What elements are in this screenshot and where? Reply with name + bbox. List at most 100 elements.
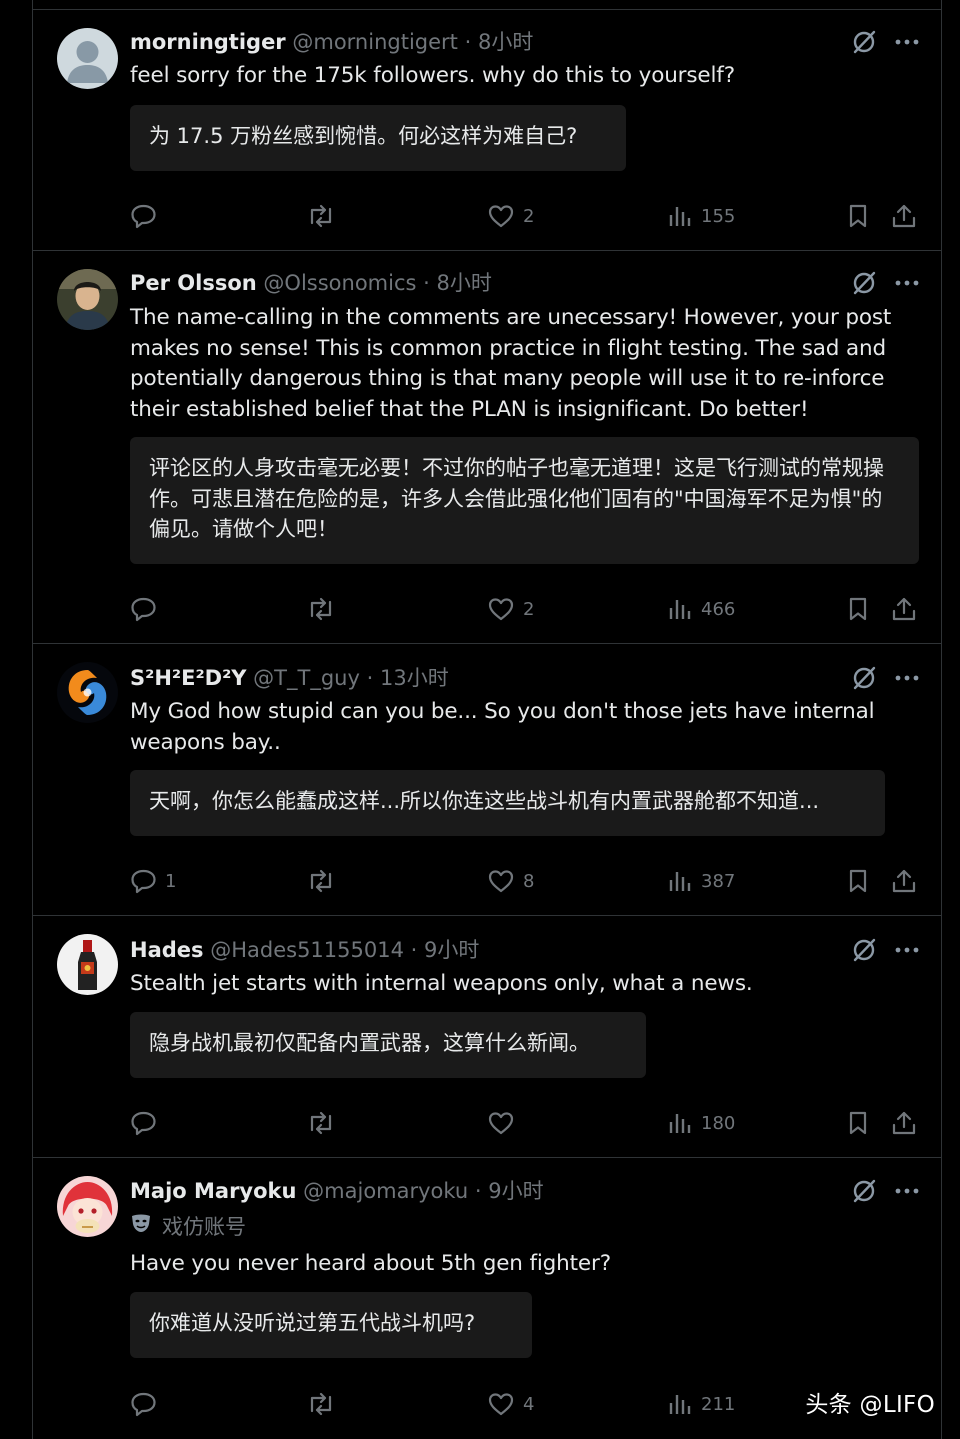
like-button[interactable]: 2 — [487, 201, 534, 231]
reply-button[interactable]: 1 — [130, 866, 176, 896]
reply-count: 1 — [165, 870, 177, 892]
view-count: 466 — [701, 598, 736, 620]
like-button[interactable]: 2 — [487, 594, 534, 624]
tweet-text: feel sorry for the 175k followers. why d… — [130, 63, 735, 88]
separator-dot: · — [423, 271, 430, 295]
tweet-header: Per Olsson @Olssonomics · 8小时 — [130, 268, 843, 298]
display-name[interactable]: Per Olsson — [130, 271, 257, 295]
translation-box: 评论区的人身攻击毫无必要！不过你的帖子也毫无道理！这是飞行测试的常规操作。可悲且… — [130, 437, 919, 564]
separator-dot: · — [366, 666, 374, 690]
view-count: 211 — [701, 1393, 736, 1415]
repost-button[interactable] — [306, 594, 336, 624]
timestamp[interactable]: 9小时 — [488, 1179, 543, 1203]
more-options-icon[interactable] — [895, 946, 919, 954]
tweet-header: S²H²E²D²Y @T_T_guy · 13小时 — [130, 663, 843, 693]
reply-tweet[interactable]: morningtiger @morningtigert · 8小时 feel s… — [33, 10, 941, 251]
share-button[interactable] — [891, 866, 917, 896]
reply-button[interactable] — [130, 201, 165, 231]
reply-feed: morningtiger @morningtigert · 8小时 feel s… — [32, 0, 942, 1439]
share-button[interactable] — [891, 201, 917, 231]
more-options-icon[interactable] — [895, 674, 919, 682]
reply-button[interactable] — [130, 1108, 165, 1138]
more-options-icon[interactable] — [895, 1187, 919, 1195]
display-name[interactable]: morningtiger — [130, 30, 286, 54]
user-handle[interactable]: @T_T_guy — [253, 666, 360, 690]
grok-icon[interactable] — [851, 29, 877, 55]
views-button[interactable]: 211 — [667, 1389, 735, 1419]
person-photo-avatar[interactable] — [57, 269, 118, 330]
grok-icon[interactable] — [851, 270, 877, 296]
translation-box: 隐身战机最初仅配备内置武器，这算什么新闻。 — [130, 1012, 646, 1078]
tweet-text: My God how stupid can you be... So you d… — [130, 699, 875, 755]
views-button[interactable]: 155 — [667, 201, 735, 231]
anime-girl-avatar[interactable] — [57, 1176, 118, 1237]
user-handle[interactable]: @Hades51155014 — [210, 938, 404, 962]
display-name[interactable]: Majo Maryoku — [130, 1179, 296, 1203]
like-button[interactable]: 8 — [487, 866, 534, 896]
default-avatar-icon[interactable] — [57, 28, 118, 89]
tweet-actions: 4 211 — [130, 1389, 919, 1419]
like-button[interactable] — [487, 1108, 523, 1138]
repost-button[interactable] — [306, 201, 336, 231]
user-handle[interactable]: @Olssonomics — [263, 271, 416, 295]
views-button[interactable]: 466 — [667, 594, 735, 624]
bookmark-button[interactable] — [846, 1108, 870, 1138]
like-count: 2 — [523, 205, 535, 227]
reply-button[interactable] — [130, 1389, 165, 1419]
more-options-icon[interactable] — [895, 279, 919, 287]
timestamp[interactable]: 13小时 — [380, 666, 449, 690]
tweet-header-icons — [851, 268, 919, 298]
grok-icon[interactable] — [851, 665, 877, 691]
parody-mask-icon — [130, 1212, 152, 1242]
tweet-text: Stealth jet starts with internal weapons… — [130, 971, 753, 996]
timestamp[interactable]: 8小时 — [437, 271, 492, 295]
display-name[interactable]: Hades — [130, 938, 204, 962]
bookmark-button[interactable] — [846, 201, 870, 231]
user-handle[interactable]: @majomaryoku — [303, 1179, 468, 1203]
reply-button[interactable] — [130, 594, 165, 624]
separator-dot: · — [410, 938, 418, 962]
tweet-actions: 180 — [130, 1108, 919, 1138]
views-button[interactable]: 387 — [667, 866, 735, 896]
repost-button[interactable] — [306, 866, 336, 896]
more-options-icon[interactable] — [895, 38, 919, 46]
like-count: 2 — [523, 598, 535, 620]
display-name[interactable]: S²H²E²D²Y — [130, 666, 246, 690]
tweet-actions: 2 466 — [130, 594, 919, 624]
grok-icon[interactable] — [851, 1178, 877, 1204]
tweet-header-icons — [851, 27, 919, 57]
tweet-header: Hades @Hades51155014 · 9小时 — [130, 935, 843, 965]
tweet-text: The name-calling in the comments are une… — [130, 305, 892, 422]
reply-tweet[interactable]: Per Olsson @Olssonomics · 8小时 The name-c… — [33, 251, 941, 644]
separator-dot: · — [474, 1179, 482, 1203]
watermark: 头条 @LIFO — [805, 1392, 935, 1418]
views-button[interactable]: 180 — [667, 1108, 735, 1138]
timestamp[interactable]: 9小时 — [424, 938, 479, 962]
bookmark-button[interactable] — [846, 866, 870, 896]
reply-tweet[interactable]: S²H²E²D²Y @T_T_guy · 13小时 My God how stu… — [33, 644, 941, 916]
tweet-header-icons — [851, 663, 919, 693]
reply-tweet[interactable]: Hades @Hades51155014 · 9小时 Stealth jet s… — [33, 916, 941, 1158]
tweet-header: Majo Maryoku @majomaryoku · 9小时 — [130, 1176, 843, 1206]
timestamp[interactable]: 8小时 — [478, 30, 533, 54]
bookmark-button[interactable] — [846, 594, 870, 624]
user-handle[interactable]: @morningtigert — [292, 30, 458, 54]
parody-label-text: 戏仿账号 — [162, 1215, 246, 1239]
like-button[interactable]: 4 — [487, 1389, 534, 1419]
like-count: 4 — [523, 1393, 535, 1415]
grok-icon[interactable] — [851, 937, 877, 963]
share-button[interactable] — [891, 1108, 917, 1138]
tweet-actions: 2 155 — [130, 201, 919, 231]
bottle-avatar[interactable] — [57, 934, 118, 995]
view-count: 155 — [701, 205, 736, 227]
view-count: 180 — [701, 1112, 736, 1134]
tweet-header-icons — [851, 1176, 919, 1206]
share-button[interactable] — [891, 594, 917, 624]
repost-button[interactable] — [306, 1389, 336, 1419]
tweet-actions: 1 8 387 — [130, 866, 919, 896]
tweet-text: Have you never heard about 5th gen fight… — [130, 1251, 611, 1276]
translation-box: 天啊，你怎么能蠢成这样...所以你连这些战斗机有内置武器舱都不知道... — [130, 770, 885, 836]
fire-ice-swirl-avatar[interactable] — [57, 662, 118, 723]
separator-dot: · — [464, 30, 472, 54]
repost-button[interactable] — [306, 1108, 336, 1138]
